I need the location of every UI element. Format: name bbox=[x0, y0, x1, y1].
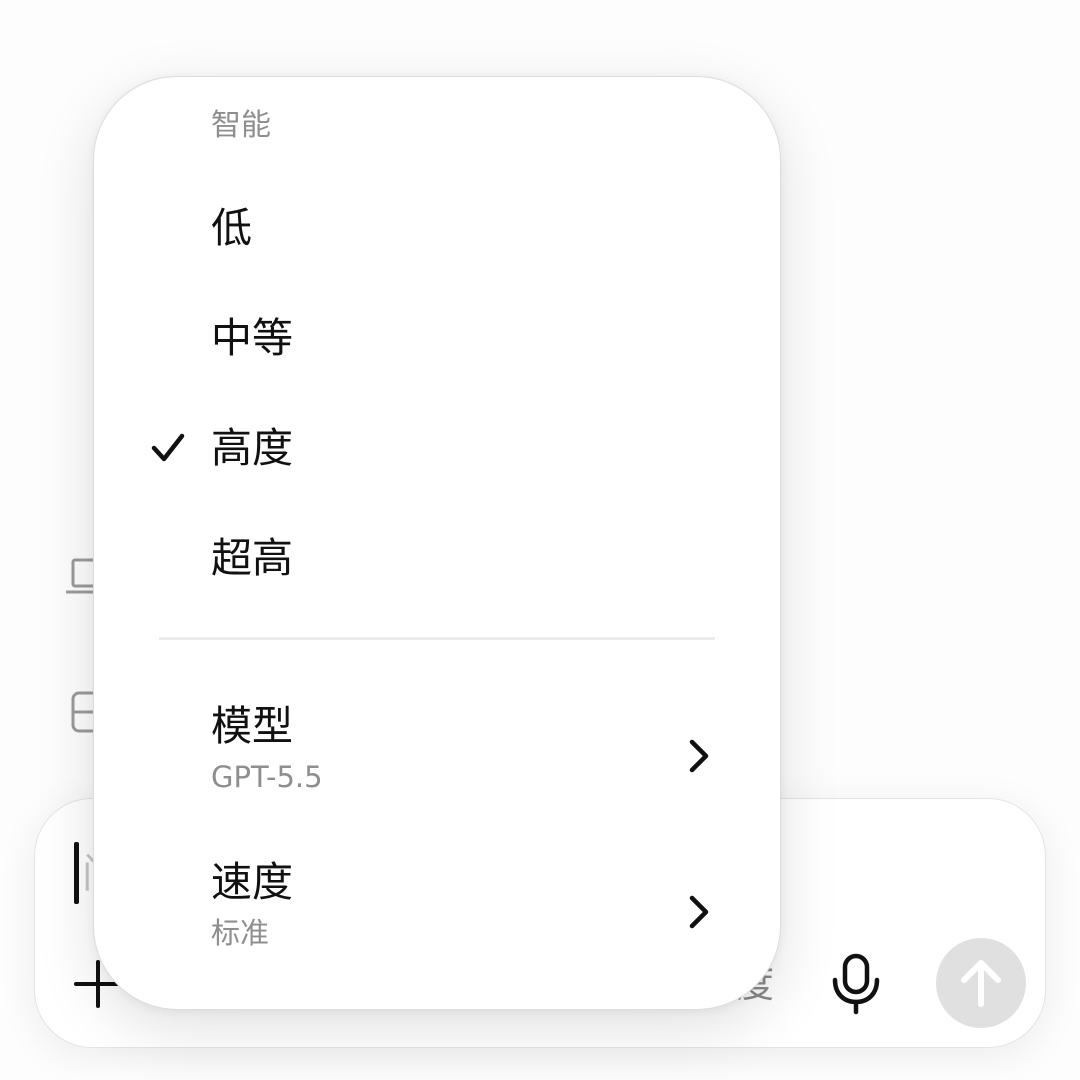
menu-divider bbox=[159, 637, 715, 640]
model-title: 模型 bbox=[211, 702, 293, 750]
menu-section-header: 智能 bbox=[211, 108, 271, 143]
microphone-icon bbox=[832, 953, 880, 1015]
menu-item-label: 超高 bbox=[211, 534, 293, 582]
chevron-right-icon bbox=[689, 739, 709, 773]
speed-value: 标准 bbox=[211, 916, 270, 950]
microphone-button[interactable] bbox=[830, 952, 882, 1016]
model-value: GPT-5.5 bbox=[211, 760, 323, 794]
arrow-up-icon bbox=[961, 960, 1001, 1007]
checkmark-icon bbox=[151, 433, 185, 462]
menu-item-model[interactable]: 模型 GPT-5.5 bbox=[130, 700, 730, 820]
send-button[interactable] bbox=[936, 938, 1026, 1028]
chevron-right-icon bbox=[689, 895, 709, 929]
menu-item-high[interactable]: 高度 bbox=[130, 406, 730, 490]
text-caret bbox=[74, 842, 79, 904]
menu-item-medium[interactable]: 中等 bbox=[130, 296, 730, 380]
screen: 问 度 智能 低 中等 高度 超高 bbox=[0, 0, 1080, 1080]
menu-item-speed[interactable]: 速度 标准 bbox=[130, 856, 730, 976]
speed-title: 速度 bbox=[211, 858, 293, 906]
menu-item-label: 高度 bbox=[211, 424, 293, 472]
menu-item-label: 中等 bbox=[211, 314, 293, 362]
menu-item-label: 低 bbox=[211, 204, 252, 252]
menu-item-low[interactable]: 低 bbox=[130, 186, 730, 270]
menu-item-extra-high[interactable]: 超高 bbox=[130, 516, 730, 600]
